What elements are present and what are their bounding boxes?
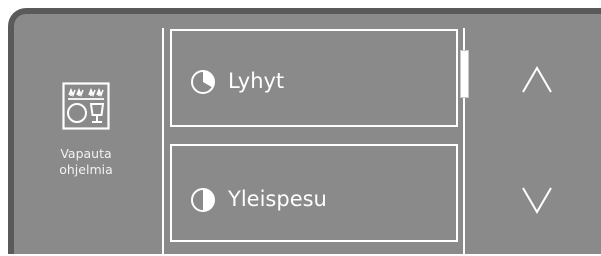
program-item-lyhyt[interactable]: Lyhyt <box>170 29 458 127</box>
clock-half-icon <box>191 188 215 212</box>
scroll-up-button[interactable] <box>514 58 560 104</box>
display-frame: Vapauta ohjelmia Lyhyt Yleispesu <box>0 0 601 256</box>
chevron-up-icon <box>522 66 552 93</box>
release-programs-label: Vapauta ohjelmia <box>59 146 113 177</box>
scroll-down-button[interactable] <box>514 176 560 222</box>
program-label: Yleispesu <box>228 187 327 211</box>
release-programs-button[interactable]: Vapauta ohjelmia <box>42 74 130 194</box>
scrollbar-thumb[interactable] <box>460 50 469 98</box>
chevron-down-icon <box>522 187 552 214</box>
program-item-yleispesu[interactable]: Yleispesu <box>170 144 458 242</box>
program-label: Lyhyt <box>228 69 285 93</box>
dishwasher-program-release-icon <box>62 82 110 130</box>
divider-left <box>162 28 164 254</box>
control-panel: Vapauta ohjelmia Lyhyt Yleispesu <box>8 8 601 254</box>
clock-short-icon <box>191 70 215 94</box>
